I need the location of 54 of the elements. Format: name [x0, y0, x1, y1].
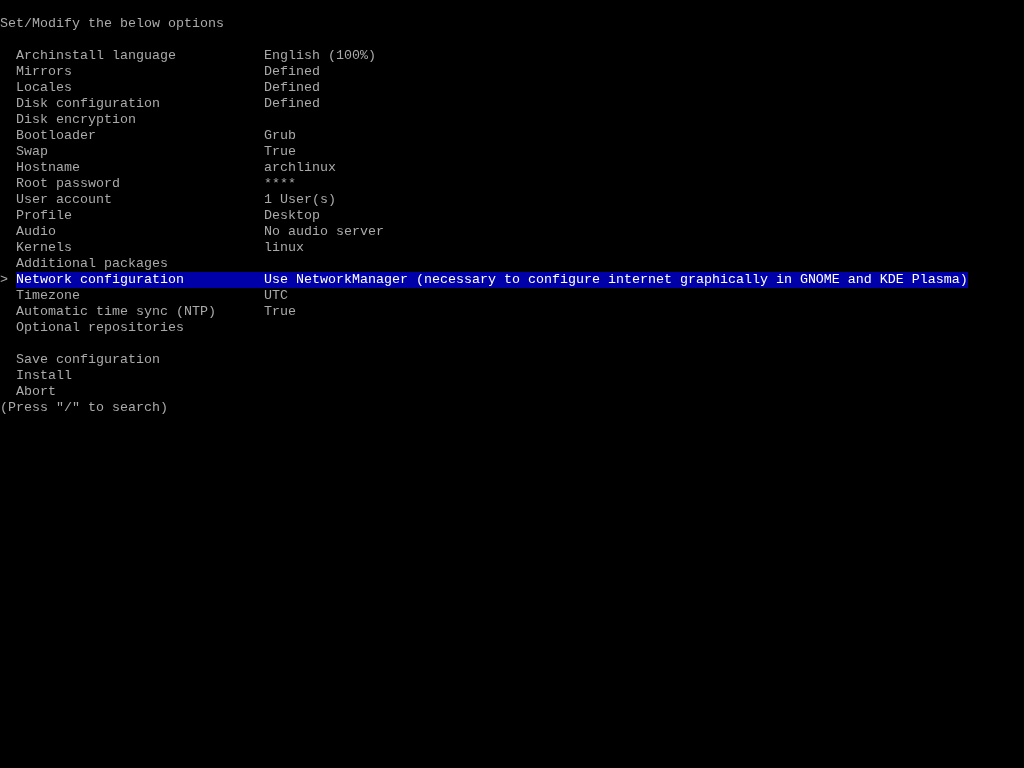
option-label: Automatic time sync (NTP) [16, 304, 217, 320]
menu-item[interactable]: Archinstall language English (100%) [16, 48, 376, 64]
menu-item[interactable]: Timezone UTC [16, 288, 288, 304]
option-label: Archinstall language [16, 48, 177, 64]
search-hint: (Press "/" to search) [0, 400, 168, 415]
menu-item[interactable]: Optional repositories [16, 320, 184, 336]
option-label: Kernels [16, 240, 73, 256]
option-value: Use NetworkManager (necessary to configure internet graphically in GNOME and KDE Plasma) [264, 272, 968, 288]
option-value: True [264, 304, 296, 320]
option-label: Hostname [16, 160, 81, 176]
option-value: linux [264, 240, 304, 256]
option-value: 1 User(s) [264, 192, 336, 208]
option-value: Defined [264, 80, 320, 96]
option-value: Desktop [264, 208, 320, 224]
option-label: Bootloader [16, 128, 97, 144]
menu-item[interactable]: Hostname archlinux [16, 160, 336, 176]
menu-item[interactable]: Mirrors Defined [16, 64, 320, 80]
menu-item[interactable]: Additional packages [16, 256, 168, 272]
menu-item[interactable]: Bootloader Grub [16, 128, 296, 144]
screen-title: Set/Modify the below options [0, 16, 224, 31]
menu-item[interactable]: Root password **** [16, 176, 296, 192]
menu-item[interactable]: Disk encryption [16, 112, 136, 128]
option-value: No audio server [264, 224, 384, 240]
menu-item[interactable]: Swap True [16, 144, 296, 160]
option-label: Locales [16, 80, 73, 96]
menu-item[interactable]: User account 1 User(s) [16, 192, 336, 208]
option-label: Audio [16, 224, 57, 240]
menu-item[interactable]: Locales Defined [16, 80, 320, 96]
menu-item[interactable]: Automatic time sync (NTP) True [16, 304, 296, 320]
menu-item[interactable]: Profile Desktop [16, 208, 320, 224]
selection-caret: > [0, 272, 8, 287]
option-label: User account [16, 192, 113, 208]
option-label: Timezone [16, 288, 81, 304]
option-value: English (100%) [264, 48, 376, 64]
option-value: Grub [264, 128, 296, 144]
option-label: Network configuration [16, 272, 185, 288]
option-value: Defined [264, 64, 320, 80]
menu-item[interactable]: Save configuration [16, 352, 160, 368]
menu-item[interactable]: Install [16, 368, 72, 384]
menu-item[interactable]: Disk configuration Defined [16, 96, 320, 112]
option-label: Profile [16, 208, 73, 224]
option-label: Mirrors [16, 64, 73, 80]
option-value: Defined [264, 96, 320, 112]
menu-item[interactable]: Abort [16, 384, 56, 400]
option-label: Disk configuration [16, 96, 161, 112]
menu-item[interactable]: Kernels linux [16, 240, 304, 256]
option-value: **** [264, 176, 296, 192]
option-value: archlinux [264, 160, 336, 176]
option-value: True [264, 144, 296, 160]
option-value: UTC [264, 288, 288, 304]
menu-item[interactable]: Network configuration Use NetworkManager (necessary to configure internet graphically in GNOME and KDE Plasma) [16, 272, 968, 288]
menu-item[interactable]: Audio No audio server [16, 224, 384, 240]
option-label: Root password [16, 176, 121, 192]
option-label: Swap [16, 144, 49, 160]
